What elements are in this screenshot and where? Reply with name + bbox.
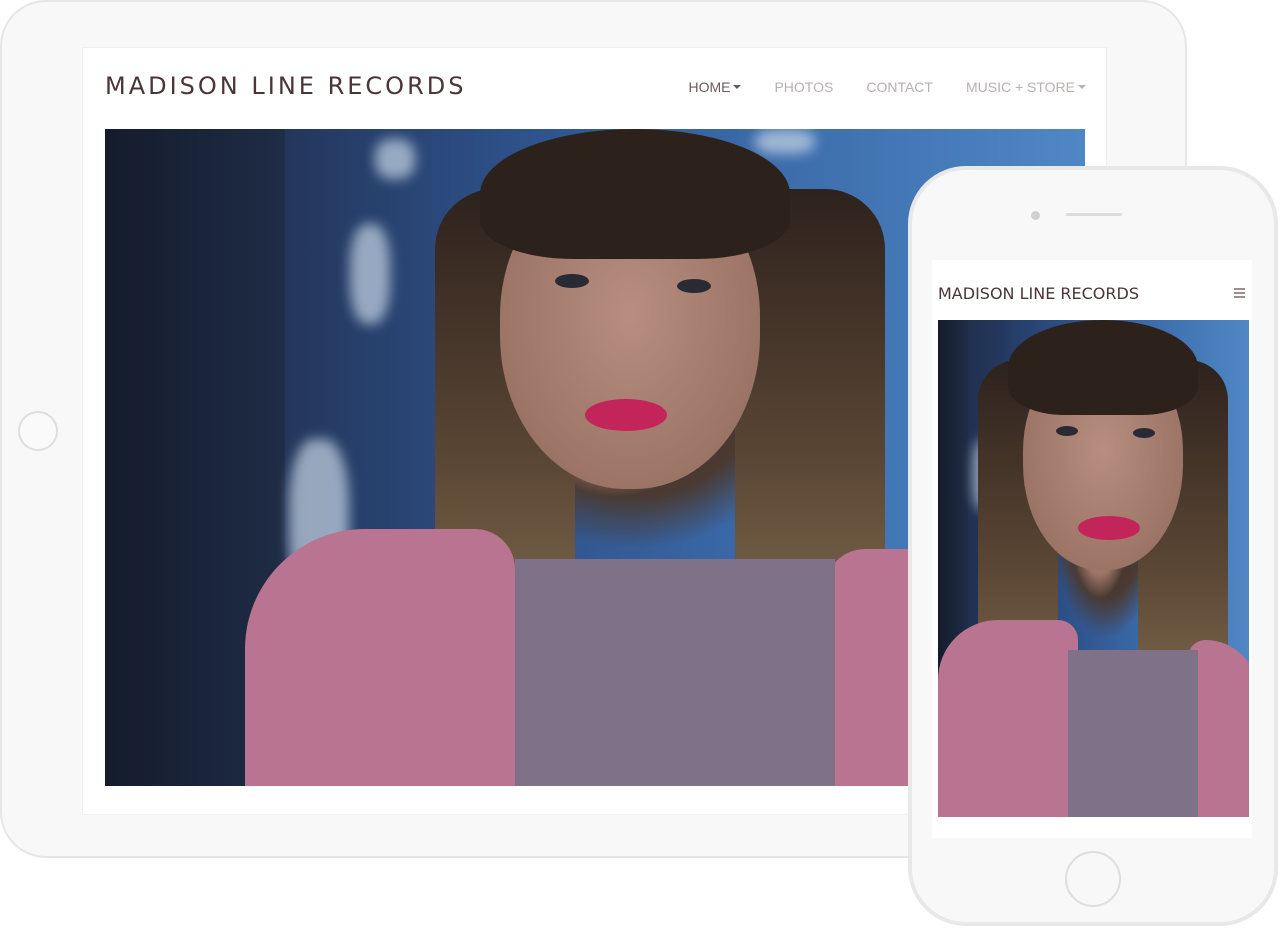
nav-item-contact[interactable]: CONTACT <box>866 79 933 95</box>
nav-item-music-store[interactable]: MUSIC + STORE <box>966 79 1086 95</box>
mobile-hero-photo <box>938 320 1249 817</box>
nav-item-home[interactable]: HOME <box>688 79 742 95</box>
nav-item-label: PHOTOS <box>774 79 834 95</box>
mobile-site-logo[interactable]: MADISON LINE RECORDS <box>938 284 1139 303</box>
tablet-home-button[interactable] <box>18 411 58 451</box>
phone-home-button[interactable] <box>1065 851 1121 907</box>
device-mockup-stage: MADISON LINE RECORDS HOME PHOTOS CONTACT… <box>0 0 1280 928</box>
phone-device: MADISON LINE RECORDS <box>908 166 1278 926</box>
phone-screen: MADISON LINE RECORDS <box>932 260 1252 838</box>
site-logo[interactable]: MADISON LINE RECORDS <box>105 72 466 100</box>
main-nav: HOME PHOTOS CONTACT MUSIC + STORE <box>655 79 1086 95</box>
nav-item-label: HOME <box>688 79 731 95</box>
nav-item-photos[interactable]: PHOTOS <box>774 79 833 95</box>
speaker-icon <box>1066 213 1122 216</box>
nav-item-label: MUSIC + STORE <box>965 79 1075 95</box>
nav-item-label: CONTACT <box>866 79 933 95</box>
hamburger-icon[interactable] <box>1234 288 1245 300</box>
camera-icon <box>1031 211 1040 220</box>
caret-down-icon <box>733 85 742 89</box>
caret-down-icon <box>1078 85 1086 89</box>
